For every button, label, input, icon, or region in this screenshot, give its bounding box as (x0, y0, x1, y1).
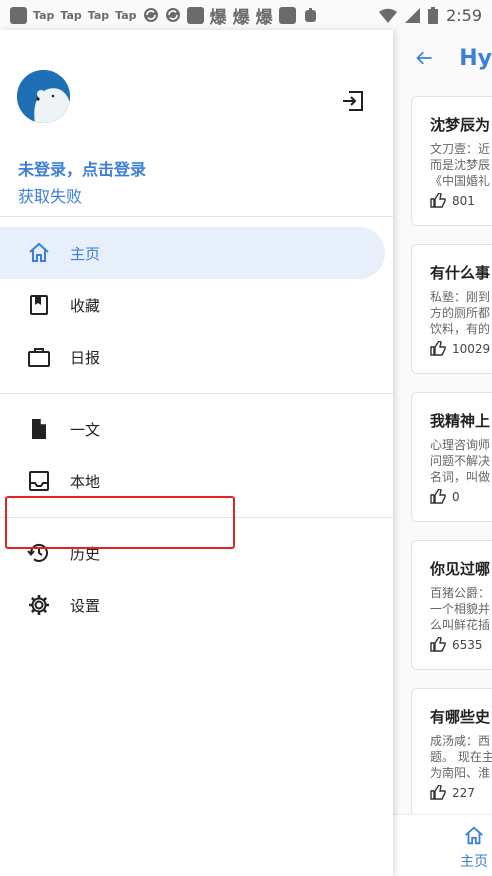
article-excerpt: 题。 现在主 (430, 750, 492, 764)
nav-item-favorites[interactable]: 收藏 (0, 279, 385, 331)
inbox-icon (29, 471, 49, 491)
article-card[interactable]: 有哪些史 成汤咸：西 题。 现在主 为南阳、淮 227 (411, 688, 492, 818)
main-content: Hy 沈梦辰为 文刀壹：近 而是沈梦辰 《中国婚礼 801 有什么事 私塾：刚到… (393, 30, 492, 876)
like-count: 801 (430, 193, 475, 208)
bottom-nav: 主页 (393, 814, 492, 876)
back-arrow-icon[interactable] (415, 47, 433, 69)
app-bar: Hy (393, 30, 492, 86)
like-count: 227 (430, 785, 475, 800)
article-card[interactable]: 你见过哪 百猪公爵： 一个相貌并 么叫鲜花插 6535 (411, 540, 492, 670)
home-icon (29, 242, 49, 262)
briefcase-icon (28, 348, 50, 367)
article-excerpt: 么叫鲜花插 (430, 618, 491, 632)
like-count-value: 0 (452, 489, 460, 504)
article-excerpt: 心理咨询师 (430, 438, 491, 452)
article-card[interactable]: 我精神上 心理咨询师 问题不解决 名词，叫做 0 (411, 392, 492, 522)
status-text: 获取失败 (18, 187, 83, 206)
article-excerpt: 饮料，有的 (430, 322, 491, 336)
thumbs-up-icon (430, 341, 446, 356)
battery-icon (428, 6, 439, 24)
like-count: 0 (430, 489, 460, 504)
nav-item-home[interactable]: 主页 (0, 227, 385, 279)
polar-bear-avatar-icon (17, 70, 70, 123)
taptap-notification-icon: Tap (33, 8, 55, 22)
article-excerpt: 而是沈梦辰 (430, 158, 491, 172)
login-prompt[interactable]: 未登录，点击登录 (18, 156, 146, 180)
document-icon (32, 419, 46, 439)
avatar[interactable] (17, 70, 70, 123)
nav-item-label: 设置 (70, 596, 101, 615)
article-title: 沈梦辰为 (430, 116, 491, 134)
divider (0, 393, 393, 394)
gear-icon (29, 595, 49, 615)
nav-item-daily[interactable]: 日报 (0, 331, 385, 383)
thumbs-up-icon (430, 785, 446, 800)
notification-text: 爆 (255, 7, 273, 28)
bookmark-icon (30, 295, 48, 315)
taptap-notification-icon: Tap (115, 8, 137, 22)
article-excerpt: 百猪公爵： (430, 586, 491, 600)
sync-icon (165, 8, 180, 22)
app-notification-icon (186, 6, 204, 24)
clock: 2:59 (446, 5, 482, 25)
notification-text: 爆 (232, 7, 250, 28)
nav-item-label: 本地 (70, 472, 101, 491)
notification-icons: Tap Tap Tap Tap 爆 爆 爆 (0, 3, 319, 28)
signal-icon (405, 7, 421, 23)
system-status: 2:59 (379, 0, 482, 30)
app-notification-icon (278, 6, 296, 24)
like-count-value: 227 (452, 785, 475, 800)
thumbs-up-icon (430, 637, 446, 652)
app-notification-icon (10, 6, 27, 24)
status-bar: Tap Tap Tap Tap 爆 爆 爆 2:59 (0, 0, 492, 30)
home-icon[interactable] (463, 825, 485, 847)
thumbs-up-icon (430, 193, 446, 208)
login-exit-icon[interactable] (340, 88, 366, 114)
article-title: 有哪些史 (430, 708, 491, 726)
highlight-box (5, 496, 235, 549)
thumbs-up-icon (430, 489, 446, 504)
bug-icon (304, 7, 316, 22)
article-title: 我精神上 (430, 412, 491, 430)
like-count-value: 801 (452, 193, 475, 208)
like-count-value: 6535 (452, 637, 483, 652)
sync-icon (143, 8, 158, 22)
wifi-icon (379, 8, 398, 23)
article-excerpt: 为南阳、淮 (430, 766, 491, 780)
article-excerpt: 成汤咸：西 (430, 734, 491, 748)
nav-item-label: 收藏 (70, 296, 101, 315)
like-count-value: 10029 (452, 341, 491, 356)
article-title: 你见过哪 (430, 560, 491, 578)
nav-item-settings[interactable]: 设置 (0, 579, 385, 631)
article-card[interactable]: 有什么事 私塾：刚到 方的厕所都 饮料，有的 10029 (411, 244, 492, 374)
like-count: 10029 (430, 341, 490, 356)
article-excerpt: 方的厕所都 (430, 306, 491, 320)
navigation-drawer: 未登录，点击登录 获取失败 主页 收藏 日报 一文 本地 历史 设置 (0, 30, 393, 876)
article-excerpt: 问题不解决 (430, 454, 491, 468)
article-excerpt: 《中国婚礼 (430, 174, 491, 188)
bottom-nav-home-label[interactable]: 主页 (460, 851, 488, 871)
nav-item-label: 一文 (70, 420, 101, 439)
like-count: 6535 (430, 637, 483, 652)
article-excerpt: 私塾：刚到 (430, 290, 491, 304)
article-card[interactable]: 沈梦辰为 文刀壹：近 而是沈梦辰 《中国婚礼 801 (411, 96, 492, 226)
article-excerpt: 一个相貌并 (430, 602, 491, 616)
divider (0, 216, 393, 217)
article-excerpt: 名词，叫做 (430, 470, 491, 484)
taptap-notification-icon: Tap (60, 8, 82, 22)
taptap-notification-icon: Tap (87, 8, 110, 22)
nav-item-one-article[interactable]: 一文 (0, 403, 385, 455)
article-title: 有什么事 (430, 264, 491, 282)
nav-item-label: 日报 (70, 348, 101, 367)
article-excerpt: 文刀壹：近 (430, 142, 491, 156)
nav-item-label: 主页 (70, 244, 101, 263)
page-title: Hy (459, 45, 492, 71)
notification-text: 爆 (209, 7, 227, 28)
